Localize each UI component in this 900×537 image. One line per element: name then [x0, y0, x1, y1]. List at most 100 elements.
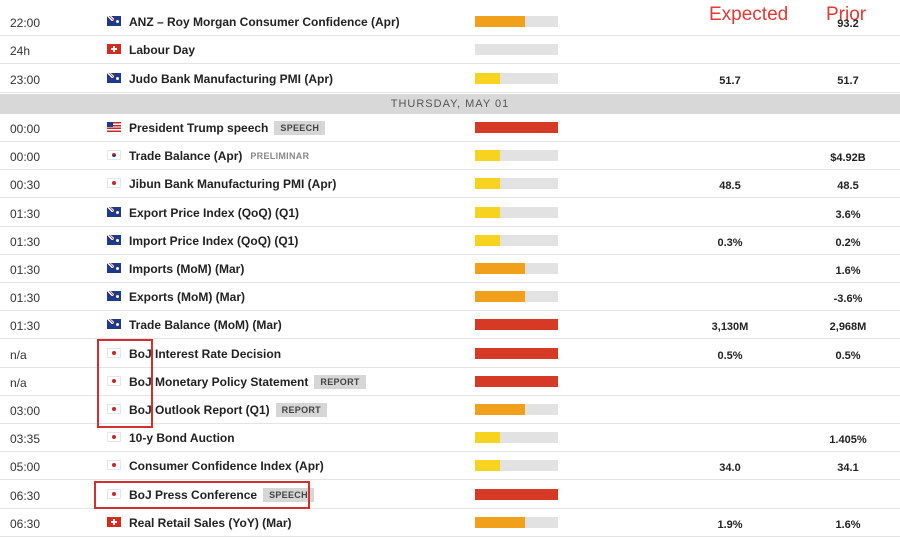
- impact-bar: [475, 44, 558, 55]
- event-name-cell[interactable]: BoJ Interest Rate Decision: [129, 347, 281, 361]
- event-name[interactable]: Import Price Index (QoQ) (Q1): [129, 234, 298, 248]
- event-name-cell[interactable]: Judo Bank Manufacturing PMI (Apr): [129, 72, 333, 86]
- event-row[interactable]: n/a BoJ Monetary Policy Statement REPORT: [0, 368, 900, 396]
- expected-value: 1.9%: [717, 518, 743, 531]
- prior-value: 0.5%: [835, 349, 861, 362]
- event-row[interactable]: 03:00 BoJ Outlook Report (Q1) REPORT: [0, 396, 900, 424]
- event-name[interactable]: Jibun Bank Manufacturing PMI (Apr): [129, 177, 336, 191]
- event-row[interactable]: 01:30 Imports (MoM) (Mar) 1.6%: [0, 255, 900, 283]
- event-type-badge: REPORT: [275, 403, 327, 417]
- expected-value: 48.5: [719, 180, 741, 193]
- event-time: 24h: [10, 44, 31, 58]
- event-name[interactable]: Export Price Index (QoQ) (Q1): [129, 206, 299, 220]
- event-name-cell[interactable]: Imports (MoM) (Mar): [129, 262, 244, 276]
- event-row[interactable]: 22:00 ANZ – Roy Morgan Consumer Confidenc…: [0, 8, 900, 36]
- event-name-cell[interactable]: Consumer Confidence Index (Apr): [129, 459, 324, 473]
- impact-bar-fill: [475, 73, 500, 84]
- day-header: THURSDAY, MAY 01: [0, 94, 900, 114]
- impact-bar: [475, 319, 558, 331]
- event-name[interactable]: BoJ Monetary Policy Statement: [129, 375, 308, 389]
- impact-bar: [475, 347, 558, 359]
- impact-bar-fill: [475, 263, 525, 274]
- prior-value: -3.6%: [833, 293, 863, 306]
- impact-bar: [475, 404, 558, 415]
- event-time: 01:30: [10, 291, 41, 306]
- event-name-cell[interactable]: BoJ Press Conference SPEECH: [129, 487, 314, 502]
- impact-bar: [475, 73, 558, 84]
- prior-value: 93.2: [837, 18, 859, 30]
- event-time: n/a: [10, 375, 27, 390]
- event-name[interactable]: Consumer Confidence Index (Apr): [129, 459, 324, 473]
- event-name-cell[interactable]: Trade Balance (Apr) PRELIMINAR: [129, 149, 309, 163]
- expected-value: 0.3%: [717, 236, 743, 249]
- event-name-cell[interactable]: Import Price Index (QoQ) (Q1): [129, 234, 298, 248]
- event-name-cell[interactable]: Trade Balance (MoM) (Mar): [129, 318, 282, 332]
- event-time: n/a: [10, 347, 27, 362]
- event-row[interactable]: 23:00 Judo Bank Manufacturing PMI (Apr) 51…: [0, 65, 900, 93]
- impact-bar-fill: [475, 206, 500, 218]
- expected-value: 34.0: [719, 462, 741, 475]
- event-row[interactable]: 00:30 Jibun Bank Manufacturing PMI (Apr) 4…: [0, 170, 900, 199]
- event-time: 00:00: [10, 150, 41, 165]
- event-name-cell[interactable]: President Trump speech SPEECH: [129, 121, 326, 135]
- event-name[interactable]: Trade Balance (Apr): [129, 149, 242, 163]
- event-name-cell[interactable]: Exports (MoM) (Mar): [129, 290, 245, 304]
- event-row[interactable]: 24h Labour Day: [0, 36, 900, 64]
- event-row[interactable]: 05:00 Consumer Confidence Index (Apr) 34.0…: [0, 452, 900, 481]
- event-name[interactable]: Real Retail Sales (YoY) (Mar): [129, 516, 292, 530]
- impact-bar: [475, 375, 558, 387]
- event-name-cell[interactable]: Export Price Index (QoQ) (Q1): [129, 206, 299, 220]
- event-time: 06:30: [10, 488, 41, 503]
- impact-bar: [475, 516, 558, 528]
- event-name[interactable]: BoJ Outlook Report (Q1): [129, 403, 270, 417]
- event-name[interactable]: BoJ Press Conference: [129, 488, 257, 502]
- event-name[interactable]: Labour Day: [129, 43, 195, 57]
- expected-value: 0.5%: [717, 349, 743, 362]
- event-time: 00:00: [10, 122, 41, 136]
- event-name[interactable]: Exports (MoM) (Mar): [129, 290, 245, 304]
- event-row[interactable]: 01:30 Import Price Index (QoQ) (Q1) 0.3% 0.…: [0, 227, 900, 255]
- impact-bar: [475, 234, 558, 246]
- impact-bar: [475, 150, 558, 162]
- event-name[interactable]: Trade Balance (MoM) (Mar): [129, 318, 282, 332]
- event-name-cell[interactable]: BoJ Outlook Report (Q1) REPORT: [129, 403, 327, 417]
- event-name[interactable]: President Trump speech: [129, 121, 268, 135]
- event-name[interactable]: ANZ – Roy Morgan Consumer Confidence (Ap…: [129, 15, 400, 29]
- impact-bar-fill: [475, 291, 525, 303]
- prior-value: 3.6%: [835, 208, 861, 221]
- event-name-cell[interactable]: BoJ Monetary Policy Statement REPORT: [129, 374, 366, 389]
- event-name-cell[interactable]: Jibun Bank Manufacturing PMI (Apr): [129, 177, 336, 191]
- impact-bar: [475, 122, 558, 133]
- event-name-cell[interactable]: Labour Day: [129, 43, 195, 57]
- event-row[interactable]: 01:30 Trade Balance (MoM) (Mar) 3,130M 2,96…: [0, 311, 900, 340]
- event-row[interactable]: 00:00 President Trump speech SPEECH: [0, 114, 900, 142]
- event-time: 00:30: [10, 178, 41, 193]
- switzerland-flag-icon: [107, 44, 121, 54]
- event-row[interactable]: 06:30 BoJ Press Conference SPEECH: [0, 481, 900, 509]
- event-name-cell[interactable]: ANZ – Roy Morgan Consumer Confidence (Ap…: [129, 15, 400, 29]
- japan-flag-icon: [107, 432, 121, 443]
- event-name-cell[interactable]: Real Retail Sales (YoY) (Mar): [129, 516, 292, 530]
- japan-flag-icon: [107, 488, 121, 499]
- australia-flag-icon: [107, 206, 121, 217]
- impact-bar: [475, 432, 558, 444]
- event-name[interactable]: Imports (MoM) (Mar): [129, 262, 244, 276]
- event-row[interactable]: 01:30 Exports (MoM) (Mar) -3.6%: [0, 283, 900, 312]
- event-time: 01:30: [10, 206, 41, 221]
- event-row[interactable]: 01:30 Export Price Index (QoQ) (Q1) 3.6%: [0, 199, 900, 227]
- impact-bar: [475, 206, 558, 218]
- event-row[interactable]: 00:00 Trade Balance (Apr) PRELIMINAR $4.92B: [0, 142, 900, 171]
- event-type-badge: SPEECH: [274, 121, 326, 135]
- event-row[interactable]: n/a BoJ Interest Rate Decision 0.5% 0.5%: [0, 340, 900, 368]
- usa-flag-icon: [107, 122, 121, 132]
- event-name[interactable]: Judo Bank Manufacturing PMI (Apr): [129, 72, 333, 86]
- event-name-cell[interactable]: 10-y Bond Auction: [129, 431, 235, 445]
- prior-value: 51.7: [837, 75, 859, 87]
- australia-flag-icon: [107, 73, 121, 83]
- event-name[interactable]: 10-y Bond Auction: [129, 431, 235, 445]
- event-time: 03:00: [10, 404, 41, 418]
- impact-bar-fill: [475, 234, 500, 246]
- event-name[interactable]: BoJ Interest Rate Decision: [129, 347, 281, 361]
- event-row[interactable]: 03:35 10-y Bond Auction 1.405%: [0, 424, 900, 453]
- event-time: 01:30: [10, 263, 41, 277]
